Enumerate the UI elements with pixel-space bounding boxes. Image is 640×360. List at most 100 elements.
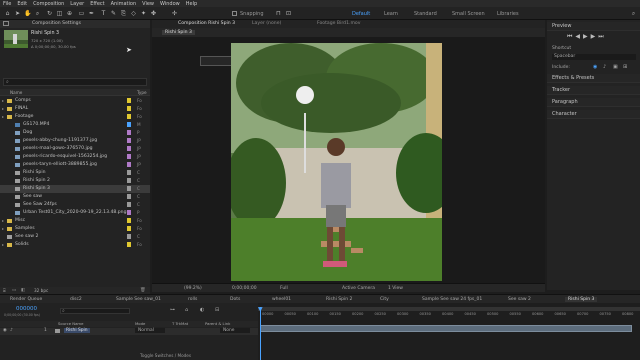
menu-item-help[interactable]: Help	[186, 1, 197, 7]
label-color-swatch[interactable]	[127, 210, 131, 215]
pen-tool-icon[interactable]: ✒	[88, 10, 95, 17]
time-ruler[interactable]: 00000 00050 00100 00150 00200 00250 00300 00350…	[258, 311, 640, 319]
workspace-small-screen[interactable]: Small Screen	[452, 11, 485, 17]
rectangle-tool-icon[interactable]: ▭	[78, 10, 85, 17]
menu-item-animation[interactable]: Animation	[111, 1, 137, 7]
expand-arrow-icon[interactable]: ▸	[2, 225, 4, 233]
overlays-toggle-icon[interactable]: ▣	[613, 64, 618, 70]
snapping-checkbox[interactable]	[232, 11, 237, 16]
panel-menu-icon[interactable]	[3, 21, 9, 26]
project-item[interactable]: pexels-abby-chung-1191377.jpg JP	[0, 137, 150, 145]
visibility-icon[interactable]: ◉	[3, 328, 7, 333]
menu-item-window[interactable]: Window	[160, 1, 180, 7]
resolution-dropdown[interactable]: Full	[280, 286, 288, 291]
tracker-panel-header[interactable]: Tracker	[547, 86, 640, 95]
snap-options-icon[interactable]: ⊡	[285, 10, 292, 17]
workspace-libraries[interactable]: Libraries	[497, 11, 519, 17]
label-color-swatch[interactable]	[127, 194, 131, 199]
label-color-swatch[interactable]	[127, 154, 131, 159]
project-item[interactable]: pexels-maal-gowo-376570.jpg JP	[0, 145, 150, 153]
timeline-tab[interactable]: Rishi Spin 2	[326, 297, 352, 302]
zoom-dropdown[interactable]: (99.2%)	[184, 286, 202, 291]
menu-item-layer[interactable]: Layer	[70, 1, 84, 7]
shortcut-dropdown[interactable]: Spacebar	[552, 54, 636, 60]
new-folder-icon[interactable]: ▭	[12, 288, 16, 293]
label-color-swatch[interactable]	[127, 122, 131, 127]
project-item[interactable]: See saw C	[0, 193, 150, 201]
project-item[interactable]: GS170.MP4 M	[0, 121, 150, 129]
comp-panel-tab[interactable]: Composition Rishi Spin 3	[178, 21, 235, 26]
trkmat-column[interactable]: T TrkMat	[172, 321, 188, 326]
home-icon[interactable]: ⌂	[4, 10, 11, 17]
project-item[interactable]: pexels-ricardo-esquivel-1563254.jpg JP	[0, 153, 150, 161]
bpc-button[interactable]: 32 bpc	[34, 288, 48, 293]
mode-column[interactable]: Mode	[135, 321, 145, 326]
timecode-display[interactable]: 0;00;00;00	[232, 286, 257, 291]
timeline-timecode[interactable]: 000000	[16, 306, 37, 312]
project-item[interactable]: ▸ Samples Fo	[0, 225, 150, 233]
label-color-swatch[interactable]	[127, 242, 131, 247]
timeline-tab[interactable]: Rishi Spin 3	[565, 297, 598, 302]
rotate-tool-icon[interactable]: ↻	[46, 10, 53, 17]
layer-controls-toggle-icon[interactable]: ⊞	[623, 64, 627, 70]
project-item[interactable]: Dog P	[0, 129, 150, 137]
delete-icon[interactable]: 🗑	[140, 288, 146, 293]
comp-subtab-rishi-spin-3[interactable]: Rishi Spin 3	[162, 30, 195, 35]
motion-blur-icon[interactable]: ◐	[200, 307, 204, 313]
name-column-header[interactable]: Name	[10, 90, 22, 95]
new-composition-icon[interactable]: ◧	[21, 288, 25, 293]
menu-item-file[interactable]: File	[3, 1, 11, 7]
project-item[interactable]: ▸ FINAL Fo	[0, 105, 150, 113]
brush-tool-icon[interactable]: ✎	[110, 10, 117, 17]
pan-behind-tool-icon[interactable]: ⊕	[66, 10, 73, 17]
timeline-tab[interactable]: See saw 2	[508, 297, 531, 302]
composition-viewer[interactable]	[231, 43, 442, 281]
label-color-swatch[interactable]	[127, 138, 131, 143]
search-icon[interactable]: ⌕	[630, 10, 637, 17]
graph-editor-icon[interactable]: ⊟	[215, 307, 219, 313]
label-color-swatch[interactable]	[127, 130, 131, 135]
parent-link-column[interactable]: Parent & Link	[205, 321, 230, 326]
camera-tool-icon[interactable]: ◫	[56, 10, 63, 17]
comp-panel-tab[interactable]: Footage Bird1.mov	[317, 21, 360, 26]
project-item[interactable]: Rishi Spin 2 C	[0, 177, 150, 185]
label-color-swatch[interactable]	[127, 202, 131, 207]
preview-panel-header[interactable]: Preview	[547, 22, 640, 31]
menu-item-composition[interactable]: Composition	[33, 1, 64, 7]
timeline-search-input[interactable]: ⌕	[60, 308, 130, 314]
playhead-handle-icon[interactable]: ▼	[258, 306, 263, 313]
camera-dropdown[interactable]: Active Camera	[342, 286, 375, 291]
paragraph-panel-header[interactable]: Paragraph	[547, 98, 640, 107]
project-item[interactable]: See Saw 24fps C	[0, 201, 150, 209]
project-item[interactable]: Urban Test01_City_2020-09-19_22.13.48.pn…	[0, 209, 150, 217]
layer-mode-dropdown[interactable]: Normal	[135, 328, 165, 333]
clone-stamp-tool-icon[interactable]: ⎘	[120, 10, 127, 17]
selection-tool-icon[interactable]: ➤	[14, 10, 21, 17]
label-color-swatch[interactable]	[127, 162, 131, 167]
workspace-default[interactable]: Default	[352, 11, 370, 17]
zoom-tool-icon[interactable]: ⌕	[34, 10, 41, 17]
timeline-tab[interactable]: Render Queue	[10, 297, 42, 302]
menu-item-edit[interactable]: Edit	[17, 1, 27, 7]
layer-row[interactable]: ◉ ♪ 1 Rishi Spin Normal None	[0, 328, 258, 335]
layer-parent-dropdown[interactable]: None	[220, 328, 250, 333]
view-layout-dropdown[interactable]: 1 View	[388, 286, 403, 291]
draft-3d-icon[interactable]: ⌂	[185, 307, 188, 313]
puppet-tool-icon[interactable]: ✤	[150, 10, 157, 17]
label-color-swatch[interactable]	[127, 106, 131, 111]
timeline-tab[interactable]: wheel01	[272, 297, 291, 302]
project-search-input[interactable]: ⌕	[3, 78, 147, 86]
layer-name[interactable]: Rishi Spin	[64, 328, 90, 333]
effects-presets-panel-header[interactable]: Effects & Presets	[547, 74, 640, 83]
project-item[interactable]: pexels-taryn-elliott-3889855.jpg JP	[0, 161, 150, 169]
source-name-column[interactable]: Source Name	[58, 321, 83, 326]
project-item[interactable]: Rishi Spin C	[0, 169, 150, 177]
type-column-header[interactable]: Type	[137, 90, 147, 95]
label-color-swatch[interactable]	[127, 114, 131, 119]
expand-arrow-icon[interactable]: ▸	[2, 217, 4, 225]
project-tab-label[interactable]: Composition Settings	[32, 21, 81, 26]
character-panel-header[interactable]: Character	[547, 110, 640, 119]
layer-duration-bar[interactable]	[260, 325, 632, 332]
playback-controls[interactable]: ⏮◀▶▶⏭	[567, 33, 607, 41]
hand-tool-icon[interactable]: ✋	[24, 10, 31, 17]
